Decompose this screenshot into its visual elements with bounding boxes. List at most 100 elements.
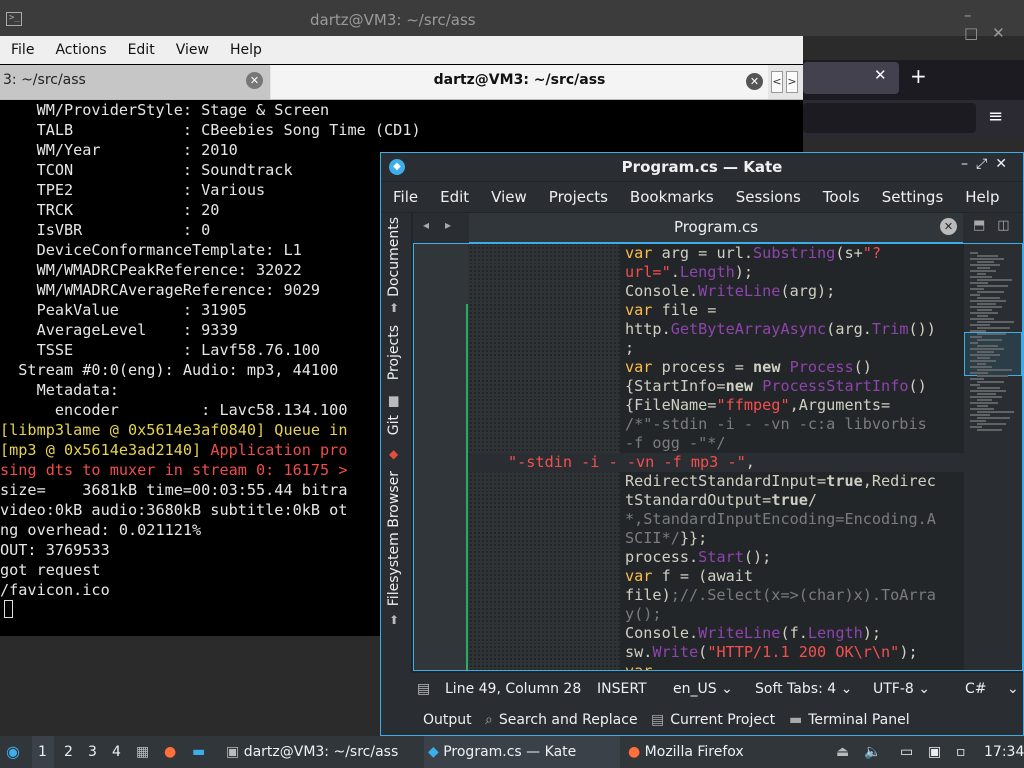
desktop-1[interactable]: 1 [32, 736, 54, 768]
syntax-select[interactable]: C# ⌄ [965, 681, 1019, 697]
menu-tools[interactable]: Tools [811, 188, 870, 206]
encoding-select[interactable]: UTF-8 ⌄ [873, 681, 930, 697]
code-line[interactable]: 51process.Start(); [468, 548, 964, 567]
hamburger-menu-icon[interactable]: ≡ [988, 106, 1003, 127]
sidebar-tab-documents[interactable]: Documents [386, 217, 402, 297]
display-icon[interactable]: ▫ [956, 744, 966, 760]
minimap[interactable] [964, 244, 1022, 670]
split-view-icons[interactable]: ⬒◫ [973, 218, 1022, 233]
menu-help[interactable]: Help [219, 42, 272, 58]
menu-view[interactable]: View [479, 188, 537, 206]
tab-navigation[interactable]: ◂▸ [423, 218, 467, 232]
code-text: y(); [625, 605, 662, 623]
code-line[interactable]: 47var process = new Process() [468, 358, 964, 377]
window-controls[interactable]: –⤢✕ [961, 156, 1015, 172]
code-line[interactable]: ↪{FileName="ffmpeg",Arguments= [468, 396, 964, 415]
desktop-2[interactable]: 2 [64, 744, 73, 760]
code-text: {FileName="ffmpeg",Arguments= [625, 396, 891, 414]
current-project-button[interactable]: ▤ Current Project [651, 712, 775, 728]
terminal-panel-button[interactable]: ▬ Terminal Panel [789, 712, 910, 728]
sidebar-tab-git[interactable]: Git [386, 415, 402, 435]
minimap-line [977, 411, 1014, 413]
button-label: Terminal Panel [808, 712, 910, 728]
close-icon[interactable]: ✕ [874, 66, 887, 84]
terminal-tab-active[interactable]: dartz@VM3: ~/src/ass ✕ [271, 65, 768, 99]
code-line[interactable]: 53Console.WriteLine(f.Length); [468, 624, 964, 643]
tab-scroll-left-button[interactable]: < [771, 71, 783, 93]
task-terminal[interactable]: ▣ dartz@VM3: ~/src/ass [222, 736, 422, 768]
code-line[interactable]: 52var f = (await [468, 567, 964, 586]
network-icon[interactable]: ▣ [928, 744, 941, 760]
code-line[interactable]: ↪-f ogg -"*/ [468, 434, 964, 453]
code-line[interactable]: 46var file = [468, 301, 964, 320]
code-line[interactable]: 55var [468, 662, 964, 670]
terminal-line: WM/ProviderStyle: Stage & Screen [0, 101, 330, 119]
minimap-line [970, 420, 986, 422]
menu-projects[interactable]: Projects [537, 188, 618, 206]
menu-edit[interactable]: Edit [117, 42, 165, 58]
sidebar-tab-projects[interactable]: Projects [386, 325, 402, 380]
output-button[interactable]: Output [423, 712, 472, 728]
code-line[interactable]: ↪http.GetByteArrayAsync(arg.Trim()) [468, 320, 964, 339]
indent-select[interactable]: Soft Tabs: 4 ⌄ [755, 681, 852, 697]
code-area[interactable]: 44var arg = url.Substring(s+"?↪url=".Len… [468, 244, 964, 670]
code-line[interactable]: ↪{StartInfo=new ProcessStartInfo() [468, 377, 964, 396]
background-window-controls[interactable]: –□✕ [964, 6, 1024, 42]
menu-sessions[interactable]: Sessions [724, 188, 811, 206]
cursor-position[interactable]: Line 49, Column 28 [445, 681, 581, 697]
close-icon[interactable]: ✕ [246, 72, 263, 89]
menu-edit[interactable]: Edit [428, 188, 479, 206]
code-editor[interactable]: 44var arg = url.Substring(s+"?↪url=".Len… [413, 243, 1023, 671]
close-icon[interactable]: ✕ [746, 73, 763, 90]
clipboard-icon[interactable]: ▭ [900, 744, 913, 760]
desktop-4[interactable]: 4 [112, 744, 121, 760]
menu-view[interactable]: View [165, 42, 219, 58]
minimize-button[interactable]: – [961, 156, 976, 172]
code-line[interactable]: ↪tStandardOutput=true/ [468, 491, 964, 510]
app-launcher-icon[interactable]: ◉ [6, 742, 20, 761]
task-kate[interactable]: ◆ Program.cs — Kate [424, 736, 620, 768]
terminal-tab[interactable]: 3: ~/src/ass ✕ [0, 65, 270, 99]
code-line[interactable]: 50RedirectStandardInput=true,Redirec [468, 472, 964, 491]
maximize-button[interactable]: ⤢ [976, 156, 995, 172]
eject-icon[interactable]: ⏏ [836, 744, 849, 760]
tab-scroll-right-button[interactable]: > [786, 71, 798, 93]
clock[interactable]: 17:34 [984, 744, 1024, 760]
code-line[interactable]: ↪; [468, 339, 964, 358]
code-line[interactable]: ↪file);//.Select(x=>(char)x).ToArra [468, 586, 964, 605]
menu-file[interactable]: File [0, 42, 44, 58]
file-manager-icon[interactable]: ▦ [136, 744, 149, 760]
menu-settings[interactable]: Settings [870, 188, 954, 206]
window-icon[interactable]: ▬ [192, 744, 205, 760]
code-line[interactable]: ↪url=".Length); [468, 263, 964, 282]
volume-icon[interactable]: 🔈 [864, 744, 881, 760]
code-line[interactable]: 44var arg = url.Substring(s+"? [468, 244, 964, 263]
close-icon[interactable]: ✕ [940, 218, 957, 235]
code-line[interactable]: 54sw.Write("HTTP/1.1 200 OK\r\n"); [468, 643, 964, 662]
go-back-icon[interactable]: ◂ [423, 218, 445, 232]
code-line[interactable]: ↪*,StandardInputEncoding=Encoding.A [468, 510, 964, 529]
menu-actions[interactable]: Actions [44, 42, 116, 58]
code-line[interactable]: 45Console.WriteLine(arg); [468, 282, 964, 301]
firefox-url-input[interactable] [803, 103, 976, 133]
firefox-icon[interactable]: ● [164, 744, 176, 760]
desktop-3[interactable]: 3 [88, 744, 97, 760]
git-icon: ◆ [389, 447, 399, 461]
code-line[interactable]: 48/*"-stdin -i - -vn -c:a libvorbis [468, 415, 964, 434]
code-line[interactable]: ↪y(); [468, 605, 964, 624]
close-button[interactable]: ✕ [995, 156, 1015, 172]
sidebar-tab-filesystem-browser[interactable]: Filesystem Browser [386, 471, 402, 606]
menu-help[interactable]: Help [953, 188, 1009, 206]
menu-file[interactable]: File [381, 188, 428, 206]
code-line[interactable]: 49"-stdin -i - -vn -f mp3 -", [468, 453, 964, 472]
search-and-replace-button[interactable]: ⌕ Search and Replace [485, 712, 638, 728]
document-tab[interactable]: Program.cs ✕ [469, 213, 963, 243]
input-mode[interactable]: INSERT [597, 681, 647, 697]
dictionary-select[interactable]: en_US ⌄ [673, 681, 733, 697]
task-firefox[interactable]: ● Mozilla Firefox [626, 736, 826, 768]
code-line[interactable]: ↪SCII*/}}; [468, 529, 964, 548]
menu-bookmarks[interactable]: Bookmarks [618, 188, 724, 206]
new-tab-button[interactable]: + [910, 64, 927, 88]
go-forward-icon[interactable]: ▸ [445, 218, 467, 232]
terminal-cursor [4, 600, 13, 618]
